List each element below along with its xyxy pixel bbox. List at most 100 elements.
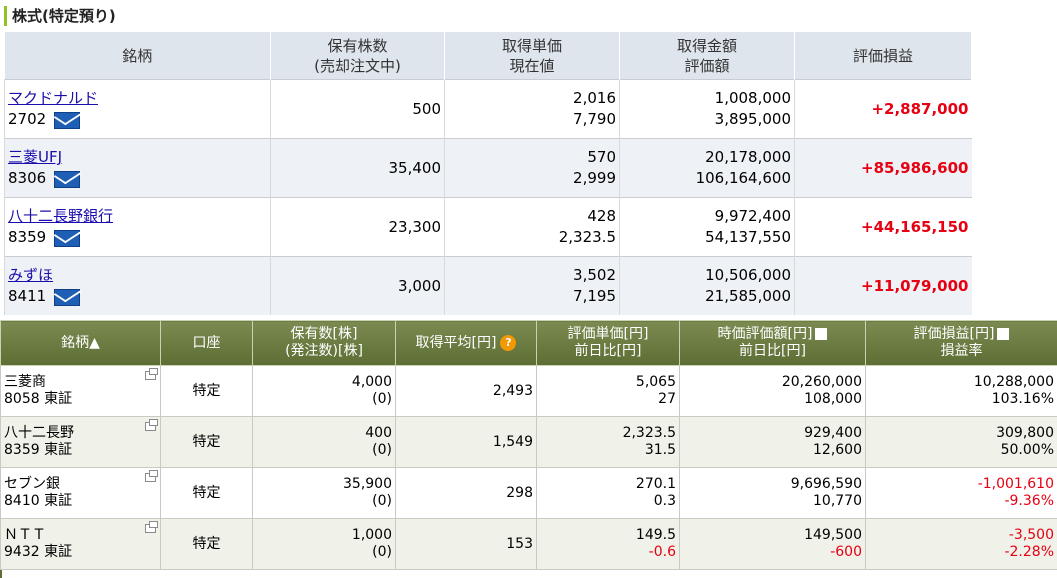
stock-code-market: 9432 東証 bbox=[4, 544, 73, 560]
stock-cell: 三菱UFJ 8306 bbox=[4, 138, 271, 198]
profit-loss-cell: +44,165,150 bbox=[794, 197, 972, 257]
stock-name-link[interactable]: 三菱UFJ bbox=[8, 148, 62, 166]
account-cell: 特定 bbox=[160, 467, 253, 519]
stock-code: 2702 bbox=[8, 110, 47, 128]
amount-cell: 1,008,000 3,895,000 bbox=[619, 79, 795, 139]
quantity-cell: 400 (0) bbox=[252, 416, 396, 468]
table-row: セブン銀 8410 東証 特定 35,900 (0) 298 270.1 0.3 9,696,5… bbox=[0, 467, 1057, 519]
stock-code: 8359 bbox=[8, 228, 47, 246]
average-cost-cell: 153 bbox=[395, 518, 537, 570]
stock-cell: 三菱商 8058 東証 bbox=[0, 365, 161, 417]
stock-code: 8306 bbox=[8, 169, 47, 187]
amount-cell: 10,506,000 21,585,000 bbox=[619, 256, 795, 315]
amount-cell: 20,178,000 106,164,600 bbox=[619, 138, 795, 198]
col-header-average-cost: 取得平均[円]? bbox=[395, 320, 537, 366]
profit-loss-cell: 10,288,000 103.16% bbox=[865, 365, 1057, 417]
market-value-cell: 9,696,590 10,770 bbox=[679, 467, 866, 519]
stock-cell: ＮＴＴ 9432 東証 bbox=[0, 518, 161, 570]
help-icon[interactable]: ? bbox=[500, 334, 517, 351]
holdings-table-specific: 銘柄 保有株数 (売却注文中) 取得単価 現在値 取得金額 評価額 評価損益 マクドナ… bbox=[4, 32, 972, 315]
stock-code: 8411 bbox=[8, 287, 47, 305]
col-header-unit-cost: 取得単価 現在値 bbox=[444, 32, 620, 80]
shares-cell: 3,000 bbox=[270, 256, 445, 315]
eval-unit-cell: 5,065 27 bbox=[536, 365, 680, 417]
col-header-profit-loss: 評価損益 bbox=[794, 32, 972, 80]
market-value-cell: 929,400 12,600 bbox=[679, 416, 866, 468]
average-cost-cell: 1,549 bbox=[395, 416, 537, 468]
col-header-stock: 銘柄 bbox=[4, 32, 271, 80]
mail-icon[interactable] bbox=[54, 230, 81, 247]
popup-window-icon[interactable] bbox=[145, 368, 158, 380]
stock-cell: みずほ 8411 bbox=[4, 256, 271, 315]
checkbox-icon[interactable] bbox=[997, 328, 1010, 340]
stock-name[interactable]: 三菱商 bbox=[4, 374, 157, 391]
stock-cell: 八十二長野 8359 東証 bbox=[0, 416, 161, 468]
table-row: 八十二長野 8359 東証 特定 400 (0) 1,549 2,323.5 31.5 929,… bbox=[0, 416, 1057, 468]
popup-window-icon[interactable] bbox=[145, 521, 158, 533]
shares-cell: 23,300 bbox=[270, 197, 445, 257]
stock-name-link[interactable]: マクドナルド bbox=[8, 89, 98, 107]
popup-window-icon[interactable] bbox=[145, 470, 158, 482]
col-header-account: 口座 bbox=[160, 320, 253, 366]
stock-cell: 八十二長野銀行 8359 bbox=[4, 197, 271, 257]
eval-unit-cell: 149.5 -0.6 bbox=[536, 518, 680, 570]
profit-loss-cell: +85,986,600 bbox=[794, 138, 972, 198]
profit-loss-cell: -1,001,610 -9.36% bbox=[865, 467, 1057, 519]
account-cell: 特定 bbox=[160, 518, 253, 570]
market-value-cell: 149,500 -600 bbox=[679, 518, 866, 570]
eval-unit-cell: 270.1 0.3 bbox=[536, 467, 680, 519]
eval-unit-cell: 2,323.5 31.5 bbox=[536, 416, 680, 468]
unit-cost-cell: 3,502 7,195 bbox=[444, 256, 620, 315]
stock-name-link[interactable]: 八十二長野銀行 bbox=[8, 207, 113, 225]
col-header-quantity: 保有数[株] (発注数)[株] bbox=[252, 320, 396, 366]
unit-cost-cell: 2,016 7,790 bbox=[444, 79, 620, 139]
average-cost-cell: 298 bbox=[395, 467, 537, 519]
section-title: 株式(特定預り) bbox=[4, 6, 116, 26]
mail-icon[interactable] bbox=[54, 171, 81, 188]
table-header-row: 銘柄 保有株数 (売却注文中) 取得単価 現在値 取得金額 評価額 評価損益 bbox=[4, 32, 972, 80]
unit-cost-cell: 428 2,323.5 bbox=[444, 197, 620, 257]
shares-cell: 35,400 bbox=[270, 138, 445, 198]
col-header-eval-unit: 評価単価[円] 前日比[円] bbox=[536, 320, 680, 366]
table-row: 三菱商 8058 東証 特定 4,000 (0) 2,493 5,065 27 20,260,0… bbox=[0, 365, 1057, 417]
profit-loss-cell: +11,079,000 bbox=[794, 256, 972, 315]
stock-cell: マクドナルド 2702 bbox=[4, 79, 271, 139]
table-row: 三菱UFJ 8306 35,400 570 2,999 20,178,000 106,164… bbox=[4, 138, 972, 198]
stock-name[interactable]: ＮＴＴ bbox=[4, 527, 157, 544]
table-row: マクドナルド 2702 500 2,016 7,790 1,008,000 3,895,00… bbox=[4, 79, 972, 139]
stock-code-market: 8410 東証 bbox=[4, 493, 73, 509]
table-row: みずほ 8411 3,000 3,502 7,195 10,506,000 21,585,0… bbox=[4, 256, 972, 315]
account-cell: 特定 bbox=[160, 416, 253, 468]
col-header-market-value: 時価評価額[円] 前日比[円] bbox=[679, 320, 866, 366]
portfolio-table: 銘柄▲ 口座 保有数[株] (発注数)[株] 取得平均[円]? 評価単価[円] 前日… bbox=[0, 320, 1057, 570]
mail-icon[interactable] bbox=[54, 112, 81, 129]
shares-cell: 500 bbox=[270, 79, 445, 139]
table-row: 八十二長野銀行 8359 23,300 428 2,323.5 9,972,400 54,1… bbox=[4, 197, 972, 257]
popup-window-icon[interactable] bbox=[145, 419, 158, 431]
stock-name-link[interactable]: みずほ bbox=[8, 266, 53, 284]
profit-loss-cell: -3,500 -2.28% bbox=[865, 518, 1057, 570]
stock-name[interactable]: セブン銀 bbox=[4, 476, 157, 493]
account-cell: 特定 bbox=[160, 365, 253, 417]
market-value-cell: 20,260,000 108,000 bbox=[679, 365, 866, 417]
mail-icon[interactable] bbox=[54, 289, 81, 306]
quantity-cell: 35,900 (0) bbox=[252, 467, 396, 519]
checkbox-icon[interactable] bbox=[815, 328, 828, 340]
table-row: ＮＴＴ 9432 東証 特定 1,000 (0) 153 149.5 -0.6 149,500-… bbox=[0, 518, 1057, 570]
stock-code-market: 8359 東証 bbox=[4, 442, 73, 458]
col-header-amount: 取得金額 評価額 bbox=[619, 32, 795, 80]
amount-cell: 9,972,400 54,137,550 bbox=[619, 197, 795, 257]
col-header-profit-loss: 評価損益[円] 損益率 bbox=[865, 320, 1057, 366]
quantity-cell: 4,000 (0) bbox=[252, 365, 396, 417]
quantity-cell: 1,000 (0) bbox=[252, 518, 396, 570]
profit-loss-cell: 309,800 50.00% bbox=[865, 416, 1057, 468]
stock-name[interactable]: 八十二長野 bbox=[4, 425, 157, 442]
col-header-stock-sort[interactable]: 銘柄▲ bbox=[0, 320, 161, 366]
profit-loss-cell: +2,887,000 bbox=[794, 79, 972, 139]
average-cost-cell: 2,493 bbox=[395, 365, 537, 417]
table-header-row: 銘柄▲ 口座 保有数[株] (発注数)[株] 取得平均[円]? 評価単価[円] 前日… bbox=[0, 320, 1057, 366]
unit-cost-cell: 570 2,999 bbox=[444, 138, 620, 198]
stock-code-market: 8058 東証 bbox=[4, 391, 73, 407]
col-header-shares: 保有株数 (売却注文中) bbox=[270, 32, 445, 80]
stock-cell: セブン銀 8410 東証 bbox=[0, 467, 161, 519]
